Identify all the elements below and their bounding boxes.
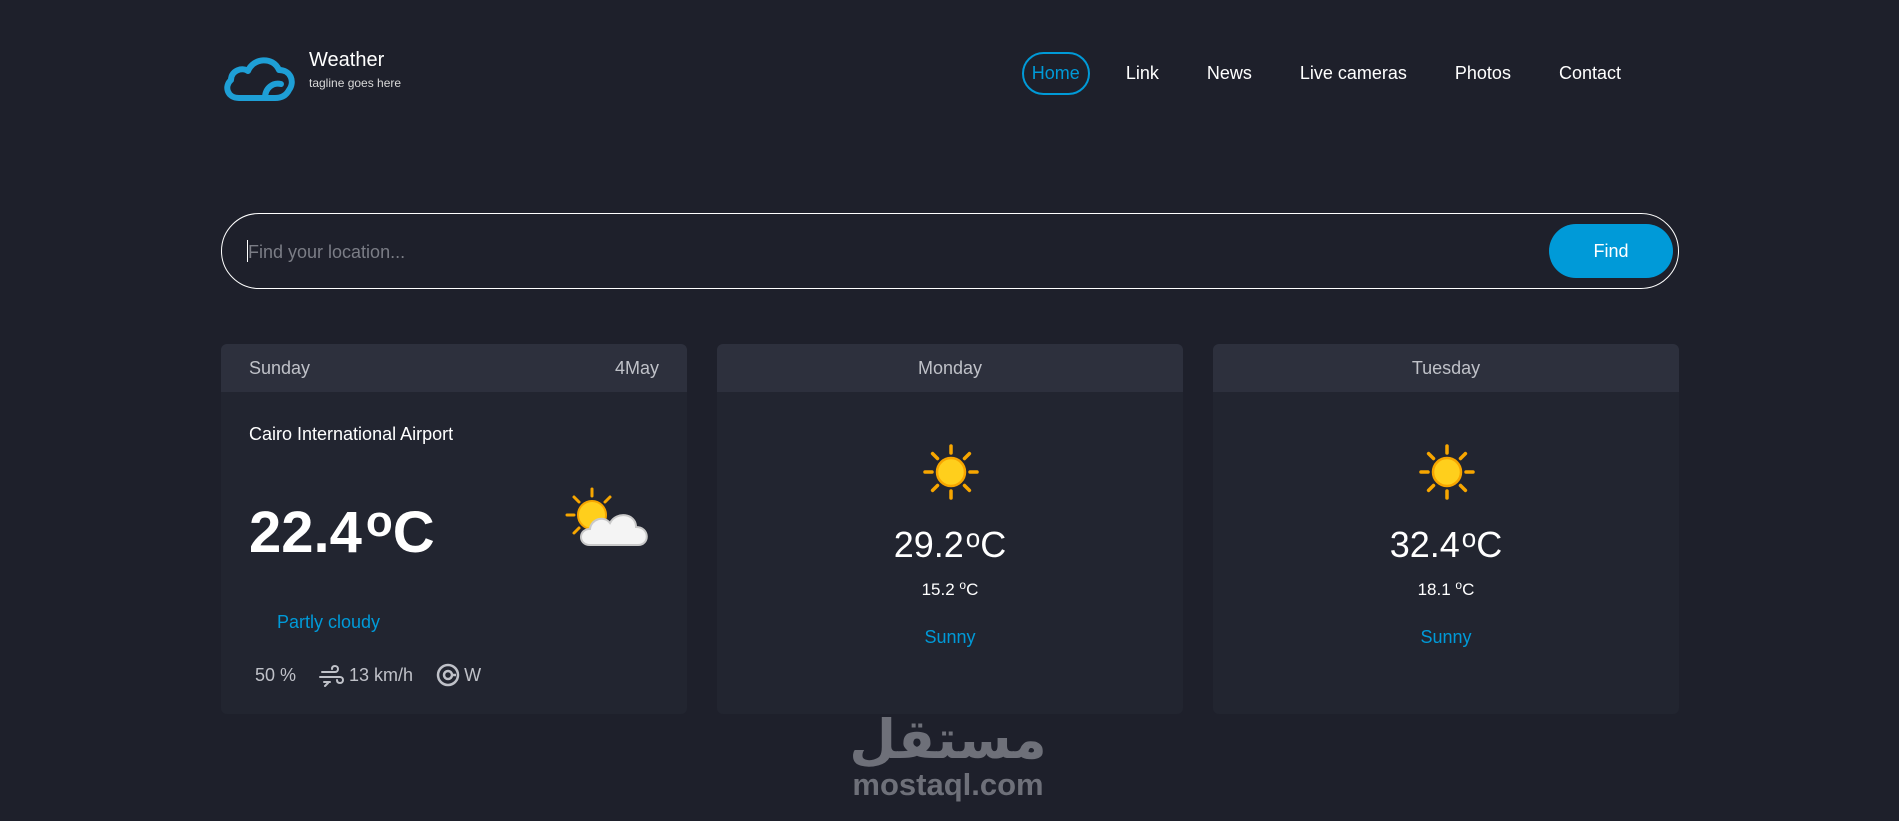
watermark-arabic: مستقل [849, 708, 1047, 771]
today-card-header: Sunday 4May [221, 344, 687, 392]
max-temperature: 29.2oC [717, 523, 1183, 566]
wind-icon [319, 664, 345, 687]
watermark: مستقل mostaql.com [838, 712, 1058, 802]
degree-symbol: o [965, 523, 981, 553]
compass-icon [436, 663, 460, 687]
min-temperature: 18.1 oC [1213, 578, 1679, 600]
min-temperature-value: 18.1 [1417, 580, 1451, 599]
nav-home-link[interactable]: Home [1021, 52, 1090, 95]
today-date: 4May [614, 357, 659, 378]
location-name: Cairo International Airport [249, 424, 454, 444]
celsius-unit: C [1462, 580, 1475, 599]
nav-photos-link[interactable]: Photos [1431, 52, 1535, 95]
max-temperature-value: 29.2 [893, 524, 964, 565]
max-temperature-value: 32.4 [1389, 524, 1460, 565]
today-forecast-card: Sunday 4May Cairo International Airport … [221, 344, 687, 714]
celsius-unit: C [392, 500, 435, 565]
forecast-day: Tuesday [1411, 357, 1481, 378]
weather-stats: 50 % 13 km/h W [255, 662, 503, 688]
degree-symbol: o [365, 497, 393, 546]
nav-live-cameras-link[interactable]: Live cameras [1276, 52, 1431, 95]
current-temperature-value: 22.4 [249, 500, 362, 565]
sun-icon [923, 444, 979, 500]
main-nav: Home Link News Live cameras Photos Conta… [1021, 52, 1645, 95]
wind-direction-stat: W [435, 662, 481, 688]
today-day: Sunday [249, 357, 311, 378]
wind-stat: 13 km/h [318, 663, 413, 687]
celsius-unit: C [1476, 524, 1503, 565]
min-temperature-value: 15.2 [921, 580, 955, 599]
current-temperature: 22.4oC [249, 492, 435, 563]
max-temperature: 32.4oC [1213, 523, 1679, 566]
celsius-unit: C [966, 580, 979, 599]
wind-direction: W [464, 664, 482, 685]
forecast-card-header: Monday [717, 344, 1183, 392]
location-search-input[interactable] [246, 232, 1550, 272]
min-temperature: 15.2 oC [717, 578, 1183, 600]
forecast-card-monday: Monday 29.2oC 15.2 oC Sunny [717, 344, 1183, 714]
today-condition: Partly cloudy [277, 612, 381, 632]
site-header: Weather tagline goes here Home Link News… [221, 48, 1645, 108]
find-button[interactable]: Find [1549, 224, 1673, 278]
watermark-latin: mostaql.com [852, 767, 1044, 802]
forecast-card-tuesday: Tuesday 32.4oC 18.1 oC Sunny [1213, 344, 1679, 714]
forecast-card-header: Tuesday [1213, 344, 1679, 392]
nav-contact-link[interactable]: Contact [1535, 52, 1645, 95]
degree-symbol: o [1461, 523, 1477, 553]
wind-speed: 13 km/h [349, 664, 414, 685]
forecast-condition: Sunny [1420, 627, 1472, 647]
brand-tagline: tagline goes here [309, 76, 402, 90]
sun-icon [1419, 444, 1475, 500]
brand-title: Weather [309, 49, 385, 71]
forecast-day: Monday [917, 357, 983, 378]
forecast-condition: Sunny [924, 627, 976, 647]
cloud-icon [224, 57, 295, 101]
partly-cloudy-icon [565, 487, 648, 546]
location-search-bar: Find [221, 213, 1679, 289]
nav-link-link[interactable]: Link [1102, 52, 1183, 95]
humidity-value: 50 % [255, 664, 297, 685]
humidity-stat: 50 % [255, 665, 296, 686]
text-caret [247, 240, 248, 262]
brand[interactable]: Weather tagline goes here [221, 48, 401, 104]
nav-news-link[interactable]: News [1183, 52, 1276, 95]
celsius-unit: C [980, 524, 1007, 565]
